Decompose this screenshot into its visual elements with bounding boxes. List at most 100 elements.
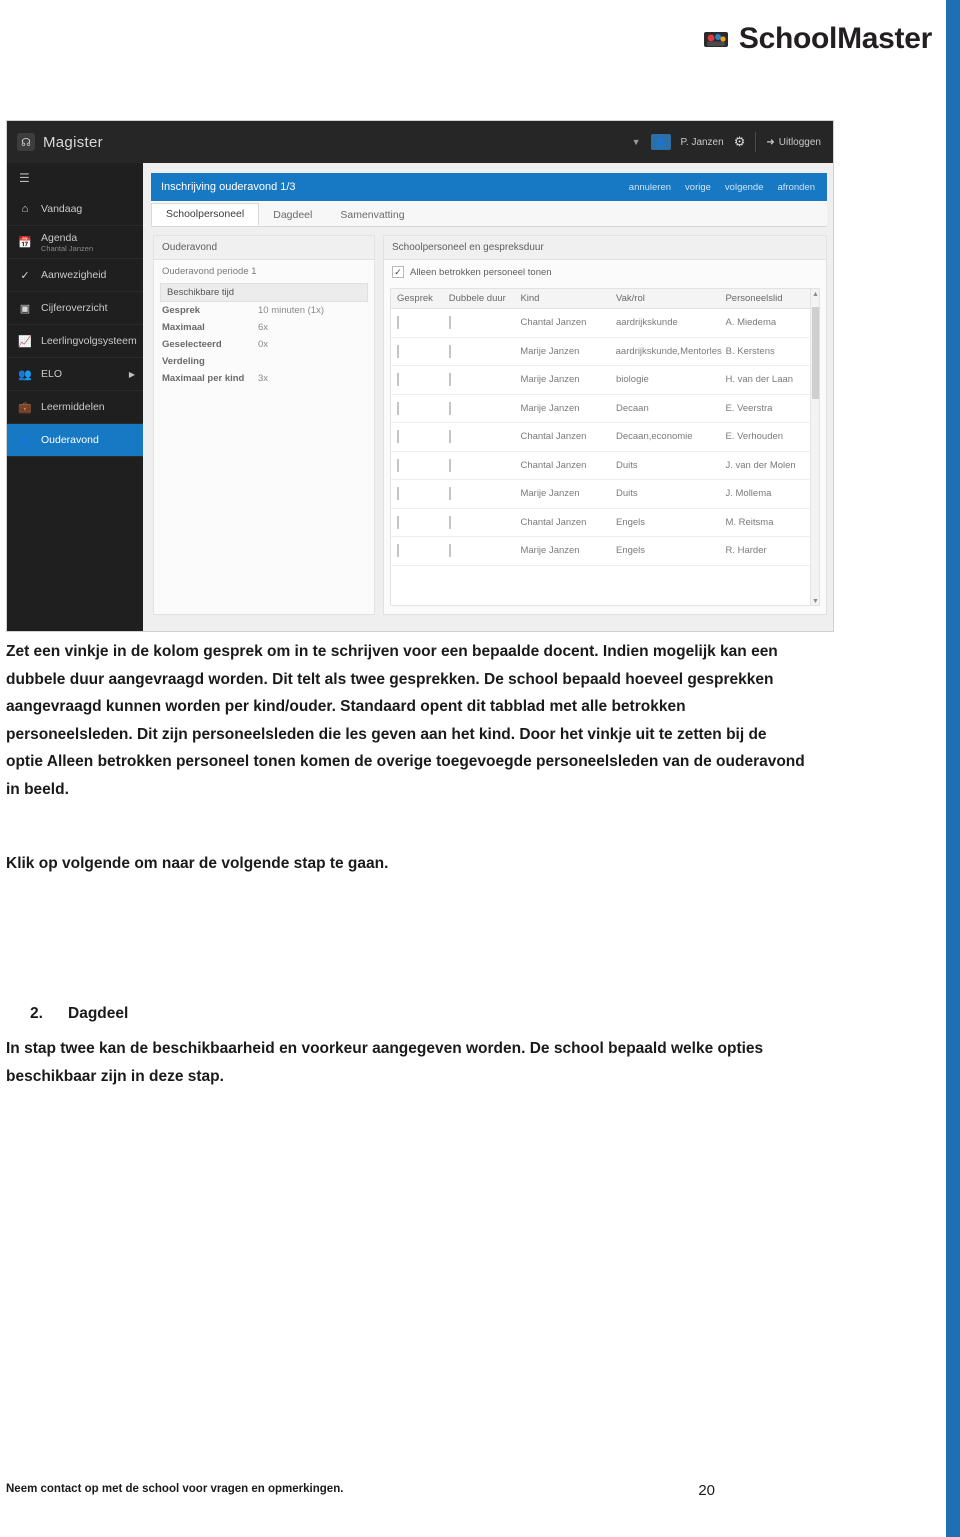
- column-header-kind: Kind: [520, 293, 540, 304]
- paragraph-3: In stap twee kan de beschikbaarheid en v…: [6, 1040, 764, 1085]
- sidebar-item-vandaag[interactable]: ⌂ Vandaag: [7, 193, 143, 226]
- row-label: Gesprek: [162, 305, 201, 316]
- table-row[interactable]: Chantal Janzen aardrijkskunde A. Miedema: [391, 309, 819, 338]
- wizard-next-button[interactable]: volgende: [725, 182, 764, 193]
- table-row[interactable]: Marije Janzen aardrijkskunde,Mentorles B…: [391, 338, 819, 366]
- tab-schoolpersoneel[interactable]: Schoolpersoneel: [151, 203, 260, 226]
- sidebar-item-leerlingvolgsysteem[interactable]: 📈 Leerlingvolgsysteem: [7, 325, 143, 358]
- gesprek-checkbox[interactable]: [397, 316, 399, 330]
- scroll-up-icon[interactable]: ▲: [812, 291, 819, 298]
- cell-vak: Duits: [616, 459, 638, 471]
- dubbele-duur-checkbox[interactable]: [448, 373, 451, 387]
- app-title: Magister: [43, 133, 103, 151]
- dubbele-duur-checkbox[interactable]: [448, 316, 451, 330]
- table-row[interactable]: Chantal Janzen Decaan,economie E. Verhou…: [391, 423, 819, 452]
- row-label: Maximaal: [162, 322, 205, 333]
- sidebar-item-aanwezigheid[interactable]: ✓ Aanwezigheid: [7, 259, 143, 292]
- sidebar-item-agenda[interactable]: 📅 Agenda Chantal Janzen: [7, 226, 143, 259]
- column-header-gesprek: Gesprek: [397, 293, 433, 304]
- hamburger-menu-icon[interactable]: ☰: [7, 163, 143, 193]
- logout-icon: ➜: [766, 136, 775, 148]
- section-number: 2.: [30, 1005, 43, 1022]
- brand-header: SchoolMaster: [703, 22, 932, 56]
- gesprek-checkbox[interactable]: [397, 544, 399, 558]
- alleen-betrokken-personeel-checkbox[interactable]: ✓ Alleen betrokken personeel tonen: [384, 260, 826, 284]
- sidebar-item-cijferoverzicht[interactable]: ▣ Cijferoverzicht: [7, 292, 143, 325]
- row-maximaal: Maximaal 6x: [154, 319, 374, 336]
- gesprek-checkbox[interactable]: [397, 515, 399, 529]
- cell-kind: Marije Janzen: [520, 374, 580, 386]
- sidebar-item-label: Cijferoverzicht: [41, 302, 108, 314]
- sidebar-item-elo[interactable]: 👥 ELO ▶: [7, 358, 143, 391]
- scroll-down-icon[interactable]: ▼: [812, 598, 819, 605]
- cell-vak: Decaan: [616, 402, 649, 414]
- cell-personeelslid: H. van der Laan: [725, 374, 794, 386]
- paragraph-2: Klik op volgende om naar de volgende sta…: [6, 855, 389, 872]
- table-scrollbar[interactable]: ▲ ▼: [810, 289, 819, 605]
- briefcase-icon: 💼: [18, 401, 32, 414]
- logout-button[interactable]: ➜ Uitloggen: [766, 137, 821, 148]
- cell-kind: Marije Janzen: [520, 402, 580, 414]
- gesprek-checkbox[interactable]: [397, 401, 399, 415]
- column-header-dubbele-duur: Dubbele duur: [448, 293, 506, 304]
- wizard-header: Inschrijving ouderavond 1/3 annuleren vo…: [151, 173, 827, 201]
- gesprek-checkbox[interactable]: [397, 373, 399, 387]
- table-row[interactable]: Chantal Janzen Duits J. van der Molen: [391, 452, 819, 480]
- row-gesprek: Gesprek 10 minuten (1x): [154, 302, 374, 319]
- table-row[interactable]: Marije Janzen Decaan E. Veerstra: [391, 395, 819, 423]
- schoolpersoneel-panel-header: Schoolpersoneel en gespreksduur: [384, 236, 826, 260]
- gear-icon[interactable]: ⚙: [734, 134, 746, 150]
- row-value: 3x: [258, 373, 269, 384]
- dubbele-duur-checkbox[interactable]: [448, 544, 451, 558]
- brand-name: SchoolMaster: [738, 22, 932, 55]
- gesprek-checkbox[interactable]: [397, 487, 399, 501]
- wizard-cancel-button[interactable]: annuleren: [629, 182, 671, 193]
- sidebar-item-ouderavond[interactable]: 👤 Ouderavond: [7, 424, 143, 457]
- calendar-icon: 📅: [18, 236, 32, 249]
- document-page: SchoolMaster ☊ Magister ▼ 👤 P. Janzen ⚙ …: [0, 0, 960, 1537]
- magister-app-icon: ☊: [17, 133, 35, 151]
- dubbele-duur-checkbox[interactable]: [448, 515, 451, 529]
- cell-kind: Marije Janzen: [520, 345, 580, 357]
- table-row[interactable]: Marije Janzen biologie H. van der Laan: [391, 366, 819, 395]
- gesprek-checkbox[interactable]: [397, 344, 399, 358]
- gesprek-checkbox[interactable]: [397, 430, 399, 444]
- cell-kind: Marije Janzen: [520, 488, 580, 500]
- dubbele-duur-checkbox[interactable]: [448, 401, 451, 415]
- cell-kind: Chantal Janzen: [520, 317, 587, 329]
- chevron-down-icon[interactable]: ▼: [632, 137, 641, 147]
- grades-icon: ▣: [19, 302, 31, 315]
- table-row[interactable]: Marije Janzen Duits J. Mollema: [391, 480, 819, 509]
- sidebar-item-sublabel: Chantal Janzen: [41, 243, 94, 253]
- wizard-finish-button[interactable]: afronden: [777, 182, 815, 193]
- row-label: Verdeling: [162, 356, 205, 367]
- right-edge-bar-gap: [943, 0, 946, 1537]
- cell-vak: aardrijkskunde,Mentorles: [615, 345, 722, 357]
- check-circle-icon: ✓: [20, 269, 30, 282]
- wizard-previous-button[interactable]: vorige: [685, 182, 711, 193]
- table-row[interactable]: Chantal Janzen Engels M. Reitsma: [391, 509, 819, 537]
- tab-dagdeel[interactable]: Dagdeel: [259, 205, 326, 226]
- gesprek-checkbox[interactable]: [397, 458, 399, 472]
- dubbele-duur-checkbox[interactable]: [448, 458, 451, 472]
- app-content: Inschrijving ouderavond 1/3 annuleren vo…: [143, 163, 833, 631]
- dubbele-duur-checkbox[interactable]: [448, 430, 451, 444]
- app-sidebar: ☰ ⌂ Vandaag 📅 Agenda Chantal Janzen ✓ Aa…: [7, 163, 143, 631]
- dubbele-duur-checkbox[interactable]: [448, 344, 451, 358]
- sidebar-item-leermiddelen[interactable]: 💼 Leermiddelen: [7, 391, 143, 424]
- cell-personeelslid: B. Kerstens: [725, 345, 775, 357]
- row-maximaal-per-kind: Maximaal per kind 3x: [154, 370, 374, 387]
- scrollbar-thumb[interactable]: [812, 307, 819, 399]
- chart-icon: 📈: [18, 335, 32, 348]
- dubbele-duur-checkbox[interactable]: [448, 487, 451, 501]
- user-avatar-icon[interactable]: 👤: [650, 134, 671, 150]
- ouderavond-panel-header: Ouderavond: [154, 236, 374, 260]
- table-row[interactable]: Marije Janzen Engels R. Harder: [391, 537, 819, 566]
- section-title: Dagdeel: [68, 1005, 129, 1022]
- row-label: Maximaal per kind: [162, 373, 245, 384]
- cell-vak: Engels: [616, 516, 646, 528]
- column-header-personeelslid: Personeelslid: [725, 293, 783, 304]
- cell-kind: Chantal Janzen: [520, 516, 587, 528]
- row-verdeling: Verdeling: [154, 353, 374, 370]
- tab-samenvatting[interactable]: Samenvatting: [326, 205, 418, 226]
